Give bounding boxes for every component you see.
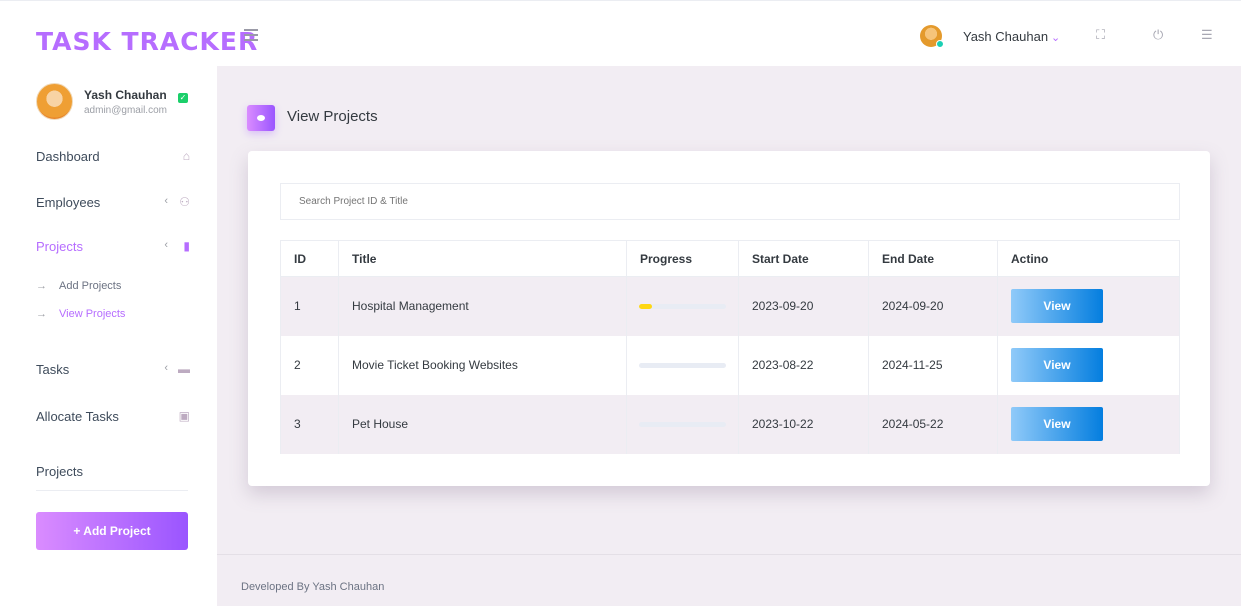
page-title: View Projects (287, 108, 378, 125)
user-name: Yash Chauhan (963, 29, 1049, 44)
sidebar-item-label: Dashboard (36, 149, 100, 164)
progress-bar (639, 303, 726, 309)
cell-start-date: 2023-10-22 (738, 394, 869, 454)
sidebar-item-employees[interactable]: Employees ‹ ⚇ (36, 195, 194, 210)
chevron-down-icon: ⌄ (1051, 32, 1061, 44)
book-icon: ▮ (183, 239, 190, 253)
sidebar-heading: Projects (36, 464, 83, 479)
chevron-left-icon: ‹ (164, 239, 168, 251)
table-header-row: ID Title Progress Start Date End Date Ac… (280, 240, 1180, 277)
column-header-title: Title (338, 240, 627, 277)
view-button[interactable]: View (1011, 348, 1103, 382)
chevron-left-icon: ‹ (164, 362, 168, 374)
table-row: 3 Pet House 2023-10-22 2024-05-22 View (280, 394, 1180, 454)
cell-end-date: 2024-05-22 (868, 394, 998, 454)
column-header-action: Actino (997, 240, 1180, 277)
cell-progress (626, 394, 739, 454)
footer-text: Developed By Yash Chauhan (241, 581, 385, 593)
divider (36, 490, 188, 491)
brand-logo[interactable]: TASK TRACKER (36, 27, 258, 56)
sidebar-item-label: Projects (36, 239, 83, 254)
power-icon[interactable]: ⏻ (1153, 27, 1163, 43)
list-icon[interactable]: ☰ (1201, 27, 1213, 43)
progress-bar (639, 362, 726, 368)
cell-title: Hospital Management (338, 276, 627, 336)
sidebar-item-tasks[interactable]: Tasks ‹ ▬ (36, 362, 194, 377)
cell-start-date: 2023-09-20 (738, 276, 869, 336)
cell-title: Movie Ticket Booking Websites (338, 335, 627, 395)
projects-table: ID Title Progress Start Date End Date Ac… (280, 240, 1180, 454)
table-row: 2 Movie Ticket Booking Websites 2023-08-… (280, 335, 1180, 395)
bookmark-check-icon: ✓ (178, 93, 188, 103)
cell-id: 1 (280, 276, 339, 336)
sidebar-item-label: Employees (36, 195, 101, 210)
sidebar-item-label: Allocate Tasks (36, 409, 119, 424)
view-button[interactable]: View (1011, 407, 1103, 441)
cell-action: View (997, 335, 1180, 395)
progress-fill (639, 303, 653, 309)
cell-end-date: 2024-09-20 (868, 276, 998, 336)
cell-start-date: 2023-08-22 (738, 335, 869, 395)
eye-icon (247, 105, 275, 131)
menu-icon[interactable] (244, 29, 258, 41)
column-header-end-date: End Date (868, 240, 998, 277)
projects-card: ID Title Progress Start Date End Date Ac… (248, 151, 1210, 486)
users-icon: ⚇ (179, 195, 190, 209)
sidebar-subitem-add-projects[interactable]: → Add Projects (36, 280, 121, 292)
profile-name: Yash Chauhan (84, 88, 167, 102)
sidebar-item-allocate-tasks[interactable]: Allocate Tasks ▣ (36, 409, 194, 424)
sidebar-subitem-view-projects[interactable]: → View Projects (36, 308, 125, 320)
cell-title: Pet House (338, 394, 627, 454)
cell-end-date: 2024-11-25 (868, 335, 998, 395)
progress-bar (639, 421, 726, 427)
column-header-progress: Progress (626, 240, 739, 277)
sidebar-item-label: Tasks (36, 362, 70, 377)
cell-action: View (997, 276, 1180, 336)
chevron-left-icon: ‹ (164, 195, 168, 207)
table-row: 1 Hospital Management 2023-09-20 2024-09… (280, 276, 1180, 336)
view-button[interactable]: View (1011, 289, 1103, 324)
arrow-right-icon: → (36, 280, 47, 292)
cell-progress (626, 276, 739, 336)
footer: Developed By Yash Chauhan (217, 554, 1241, 606)
cell-id: 3 (280, 394, 339, 454)
cell-id: 2 (280, 335, 339, 395)
cell-action: View (997, 394, 1180, 454)
sidebar-item-dashboard[interactable]: Dashboard ⌂ (36, 149, 194, 164)
online-status-dot (936, 40, 944, 48)
column-header-id: ID (280, 240, 339, 277)
cell-progress (626, 335, 739, 395)
briefcase-icon: ▬ (178, 362, 190, 376)
profile-avatar[interactable] (36, 83, 73, 120)
home-icon: ⌂ (182, 149, 190, 163)
sidebar-subitem-label: View Projects (59, 308, 126, 320)
sidebar-subitem-label: Add Projects (59, 280, 122, 292)
sidebar-item-projects[interactable]: Projects ‹ ▮ (36, 239, 194, 254)
profile-email: admin@gmail.com (84, 105, 167, 116)
column-header-start-date: Start Date (738, 240, 869, 277)
user-avatar[interactable] (920, 25, 944, 48)
top-navbar: TASK TRACKER Yash Chauhan ⌄ ⛶ ⏻ ☰ (0, 0, 1241, 66)
search-input[interactable] (280, 183, 1180, 220)
fullscreen-icon[interactable]: ⛶ (1096, 27, 1105, 43)
sidebar: Yash Chauhan admin@gmail.com ✓ Dashboard… (0, 66, 217, 606)
briefcase-plus-icon: ▣ (178, 409, 190, 423)
main-content: View Projects ID Title Progress Start Da… (217, 66, 1241, 554)
add-project-button[interactable]: + Add Project (36, 512, 188, 550)
user-menu-toggle[interactable]: Yash Chauhan ⌄ (963, 29, 1060, 44)
arrow-right-icon: → (36, 308, 47, 320)
